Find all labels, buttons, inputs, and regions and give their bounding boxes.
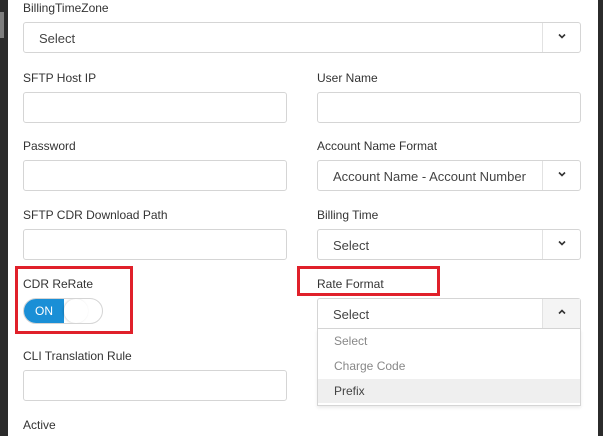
account-name-format-label: Account Name Format <box>317 139 438 153</box>
active-label: Active <box>23 418 56 432</box>
scroll-nub <box>0 12 4 38</box>
window-edge-left <box>0 0 8 436</box>
billing-time-select[interactable]: Select <box>317 229 581 260</box>
chevron-up-icon <box>558 308 566 316</box>
rate-format-caret[interactable] <box>542 299 580 328</box>
account-name-format-select[interactable]: Account Name - Account Number <box>317 160 581 191</box>
password-label: Password <box>23 139 76 153</box>
account-name-format-caret[interactable] <box>542 161 580 190</box>
rate-format-option-select[interactable]: Select <box>318 329 580 353</box>
chevron-down-icon <box>558 32 566 40</box>
billing-timezone-select[interactable]: Select <box>23 22 581 53</box>
user-name-label: User Name <box>317 71 378 85</box>
user-name-input[interactable] <box>317 92 581 123</box>
rate-format-select[interactable]: Select <box>317 298 581 329</box>
billing-time-label: Billing Time <box>317 208 379 222</box>
rate-format-option-prefix[interactable]: Prefix <box>318 379 580 403</box>
billing-time-caret[interactable] <box>542 230 580 259</box>
billing-timezone-caret[interactable] <box>542 23 580 52</box>
rate-format-options: Select Charge Code Prefix <box>317 329 581 406</box>
sftp-cdr-download-path-label: SFTP CDR Download Path <box>23 208 168 222</box>
billing-time-value: Select <box>333 238 370 253</box>
sftp-host-ip-input[interactable] <box>23 92 287 123</box>
chevron-down-icon <box>558 239 566 247</box>
window-edge-right <box>598 0 603 436</box>
password-input[interactable] <box>23 160 287 191</box>
billing-timezone-value: Select <box>39 31 76 46</box>
cli-translation-rule-input[interactable] <box>23 370 287 401</box>
billing-timezone-label: BillingTimeZone <box>23 1 109 15</box>
rate-format-value: Select <box>333 307 370 322</box>
annotation-box-cdr-rerate <box>15 266 133 334</box>
chevron-down-icon <box>558 170 566 178</box>
account-name-format-value: Account Name - Account Number <box>333 169 526 184</box>
sftp-cdr-download-path-input[interactable] <box>23 229 287 260</box>
rate-format-option-charge-code[interactable]: Charge Code <box>318 354 580 378</box>
annotation-box-rate-format <box>297 266 440 296</box>
cli-translation-rule-label: CLI Translation Rule <box>23 349 132 363</box>
sftp-host-ip-label: SFTP Host IP <box>23 71 97 85</box>
